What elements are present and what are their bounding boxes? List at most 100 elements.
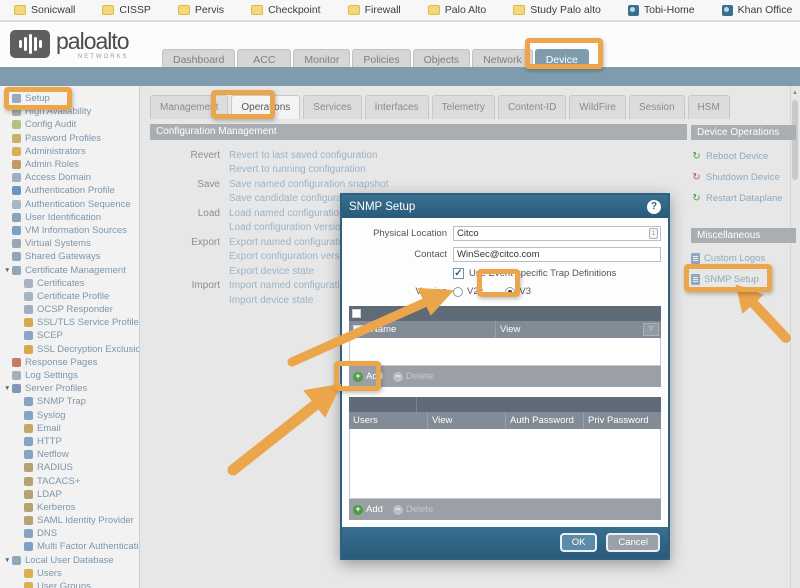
config-action-link[interactable]: Revert to running configuration	[229, 164, 366, 175]
bookmark-item[interactable]: Khan Office	[721, 4, 792, 16]
sidebar-item[interactable]: SNMP Trap	[0, 395, 139, 408]
config-action-link[interactable]: Save candidate configuration	[229, 193, 358, 204]
sidebar-item[interactable]: HTTP	[0, 435, 139, 448]
sidebar-item[interactable]: Virtual Systems	[0, 237, 139, 250]
sidebar-item[interactable]: User Groups	[0, 580, 139, 588]
sidebar-item[interactable]: Setup	[0, 92, 139, 105]
subtab[interactable]: Services	[303, 95, 362, 119]
sidebar-item[interactable]: Authentication Profile	[0, 184, 139, 197]
contact-input[interactable]	[453, 247, 661, 262]
subtab[interactable]: WildFire	[569, 95, 626, 119]
delete-user-button[interactable]: − Delete	[392, 504, 433, 515]
bookmark-item[interactable]: Pervis	[177, 4, 224, 16]
bookmark-item[interactable]: Checkpoint	[251, 4, 321, 16]
subtab[interactable]: Interfaces	[364, 95, 429, 119]
config-action-link[interactable]: Revert to last saved configuration	[229, 150, 377, 161]
sidebar-item[interactable]: SSL Decryption Exclusion	[0, 343, 139, 356]
help-icon[interactable]: ?	[647, 199, 661, 214]
sidebar-item[interactable]: Response Pages	[0, 356, 139, 369]
header-checkbox[interactable]	[353, 324, 363, 335]
sidebar-item[interactable]: Log Settings	[0, 369, 139, 382]
bookmark-item[interactable]: Tobi-Home	[627, 4, 695, 16]
sidebar-item-label: Local User Database	[25, 554, 114, 566]
device-operation-link[interactable]: ↻ Reboot Device	[691, 146, 800, 167]
bookmark-item[interactable]: Palo Alto	[427, 4, 486, 16]
add-view-button[interactable]: + Add	[353, 371, 383, 382]
sidebar-item[interactable]: ▼ Local User Database	[0, 554, 139, 567]
column-header-view[interactable]: View	[495, 321, 643, 338]
config-row-label: Import	[191, 280, 220, 292]
sidebar-item[interactable]: VM Information Sources	[0, 224, 139, 237]
config-action-link[interactable]: Load configuration version	[229, 222, 346, 233]
sidebar-item[interactable]: Email	[0, 422, 139, 435]
snmp-users-table: Users View Auth Password Priv Password +…	[349, 397, 661, 520]
sidebar-item[interactable]: Shared Gateways	[0, 250, 139, 263]
sidebar-item-label: Certificate Management	[25, 264, 126, 276]
sidebar-item[interactable]: Syslog	[0, 409, 139, 422]
bookmark-item[interactable]: Firewall	[347, 4, 401, 16]
miscellaneous-link[interactable]: SNMP Setup	[691, 269, 800, 290]
config-action-link[interactable]: Import device state	[229, 295, 313, 306]
column-header-view[interactable]: View	[427, 412, 505, 429]
sidebar-item[interactable]: Admin Roles	[0, 158, 139, 171]
sidebar-item[interactable]: Kerberos	[0, 501, 139, 514]
miscellaneous-link[interactable]: Custom Logos	[691, 248, 800, 269]
sidebar-item[interactable]: Access Domain	[0, 171, 139, 184]
config-action-link[interactable]: Export configuration version	[229, 251, 353, 262]
column-header-users[interactable]: Users	[349, 412, 427, 429]
sidebar-item[interactable]: Certificate Profile	[0, 290, 139, 303]
config-action-link[interactable]: Save named configuration snapshot	[229, 179, 389, 190]
filter-dropdown-icon[interactable]: ▽	[643, 323, 659, 336]
sidebar-item[interactable]: LDAP	[0, 488, 139, 501]
sidebar-item[interactable]: Certificates	[0, 277, 139, 290]
sidebar-item[interactable]: High Availability	[0, 105, 139, 118]
subtab[interactable]: HSM	[687, 95, 730, 119]
device-operation-link[interactable]: ↻ Shutdown Device	[691, 167, 800, 188]
sidebar-item[interactable]: Administrators	[0, 145, 139, 158]
location-field-icon[interactable]: 1	[649, 228, 658, 239]
delete-view-button[interactable]: − Delete	[392, 371, 433, 382]
bookmark-item[interactable]: Sonicwall	[14, 4, 75, 16]
sidebar-item[interactable]: TACACS+	[0, 474, 139, 487]
sidebar-item-label: Email	[37, 422, 61, 434]
bookmark-item[interactable]: Study Palo alto	[513, 4, 601, 16]
cancel-button[interactable]: Cancel	[606, 533, 660, 552]
sidebar-item[interactable]: ▼ Server Profiles	[0, 382, 139, 395]
column-header-auth-password[interactable]: Auth Password	[505, 412, 583, 429]
physical-location-input[interactable]	[453, 226, 661, 241]
sidebar-item[interactable]: Netflow	[0, 448, 139, 461]
subtab[interactable]: Telemetry	[431, 95, 495, 119]
chevron-down-icon[interactable]: ▼	[4, 557, 12, 564]
ok-button[interactable]: OK	[559, 533, 598, 552]
subtab[interactable]: Operations	[231, 95, 301, 119]
sidebar-item[interactable]: SAML Identity Provider	[0, 514, 139, 527]
add-user-button[interactable]: + Add	[353, 504, 383, 515]
version-v3-radio[interactable]	[505, 286, 516, 297]
sidebar-item[interactable]: OCSP Responder	[0, 303, 139, 316]
subtab[interactable]: Management	[150, 95, 229, 119]
sidebar-item[interactable]: Password Profiles	[0, 132, 139, 145]
device-operation-link[interactable]: ↻ Restart Dataplane	[691, 188, 800, 209]
scroll-up-icon[interactable]: ▲	[791, 88, 799, 98]
column-header-priv-password[interactable]: Priv Password	[583, 412, 661, 429]
bookmark-item[interactable]: CISSP	[102, 4, 151, 16]
chevron-down-icon[interactable]: ▼	[4, 385, 12, 392]
sidebar-item[interactable]: DNS	[0, 527, 139, 540]
sidebar-item[interactable]: RADIUS	[0, 461, 139, 474]
chevron-down-icon[interactable]: ▼	[4, 267, 12, 274]
sidebar-item[interactable]: Authentication Sequence	[0, 198, 139, 211]
sidebar-item[interactable]: Multi Factor Authentication	[0, 540, 139, 553]
sidebar-item[interactable]: Users	[0, 567, 139, 580]
config-action-link[interactable]: Export device state	[229, 266, 314, 277]
sidebar-item[interactable]: SSL/TLS Service Profile	[0, 316, 139, 329]
subtab[interactable]: Session	[628, 95, 685, 119]
column-header-name[interactable]: Name	[367, 321, 495, 338]
select-all-checkbox[interactable]	[352, 309, 361, 318]
sidebar-item[interactable]: ▼ Certificate Management	[0, 263, 139, 276]
sidebar-item[interactable]: User Identification	[0, 211, 139, 224]
subtab[interactable]: Content-ID	[497, 95, 567, 119]
sidebar-item[interactable]: Config Audit	[0, 118, 139, 131]
sidebar-item[interactable]: SCEP	[0, 329, 139, 342]
version-v2c-radio[interactable]	[453, 286, 463, 297]
trap-definitions-checkbox[interactable]: ✓	[453, 268, 464, 279]
